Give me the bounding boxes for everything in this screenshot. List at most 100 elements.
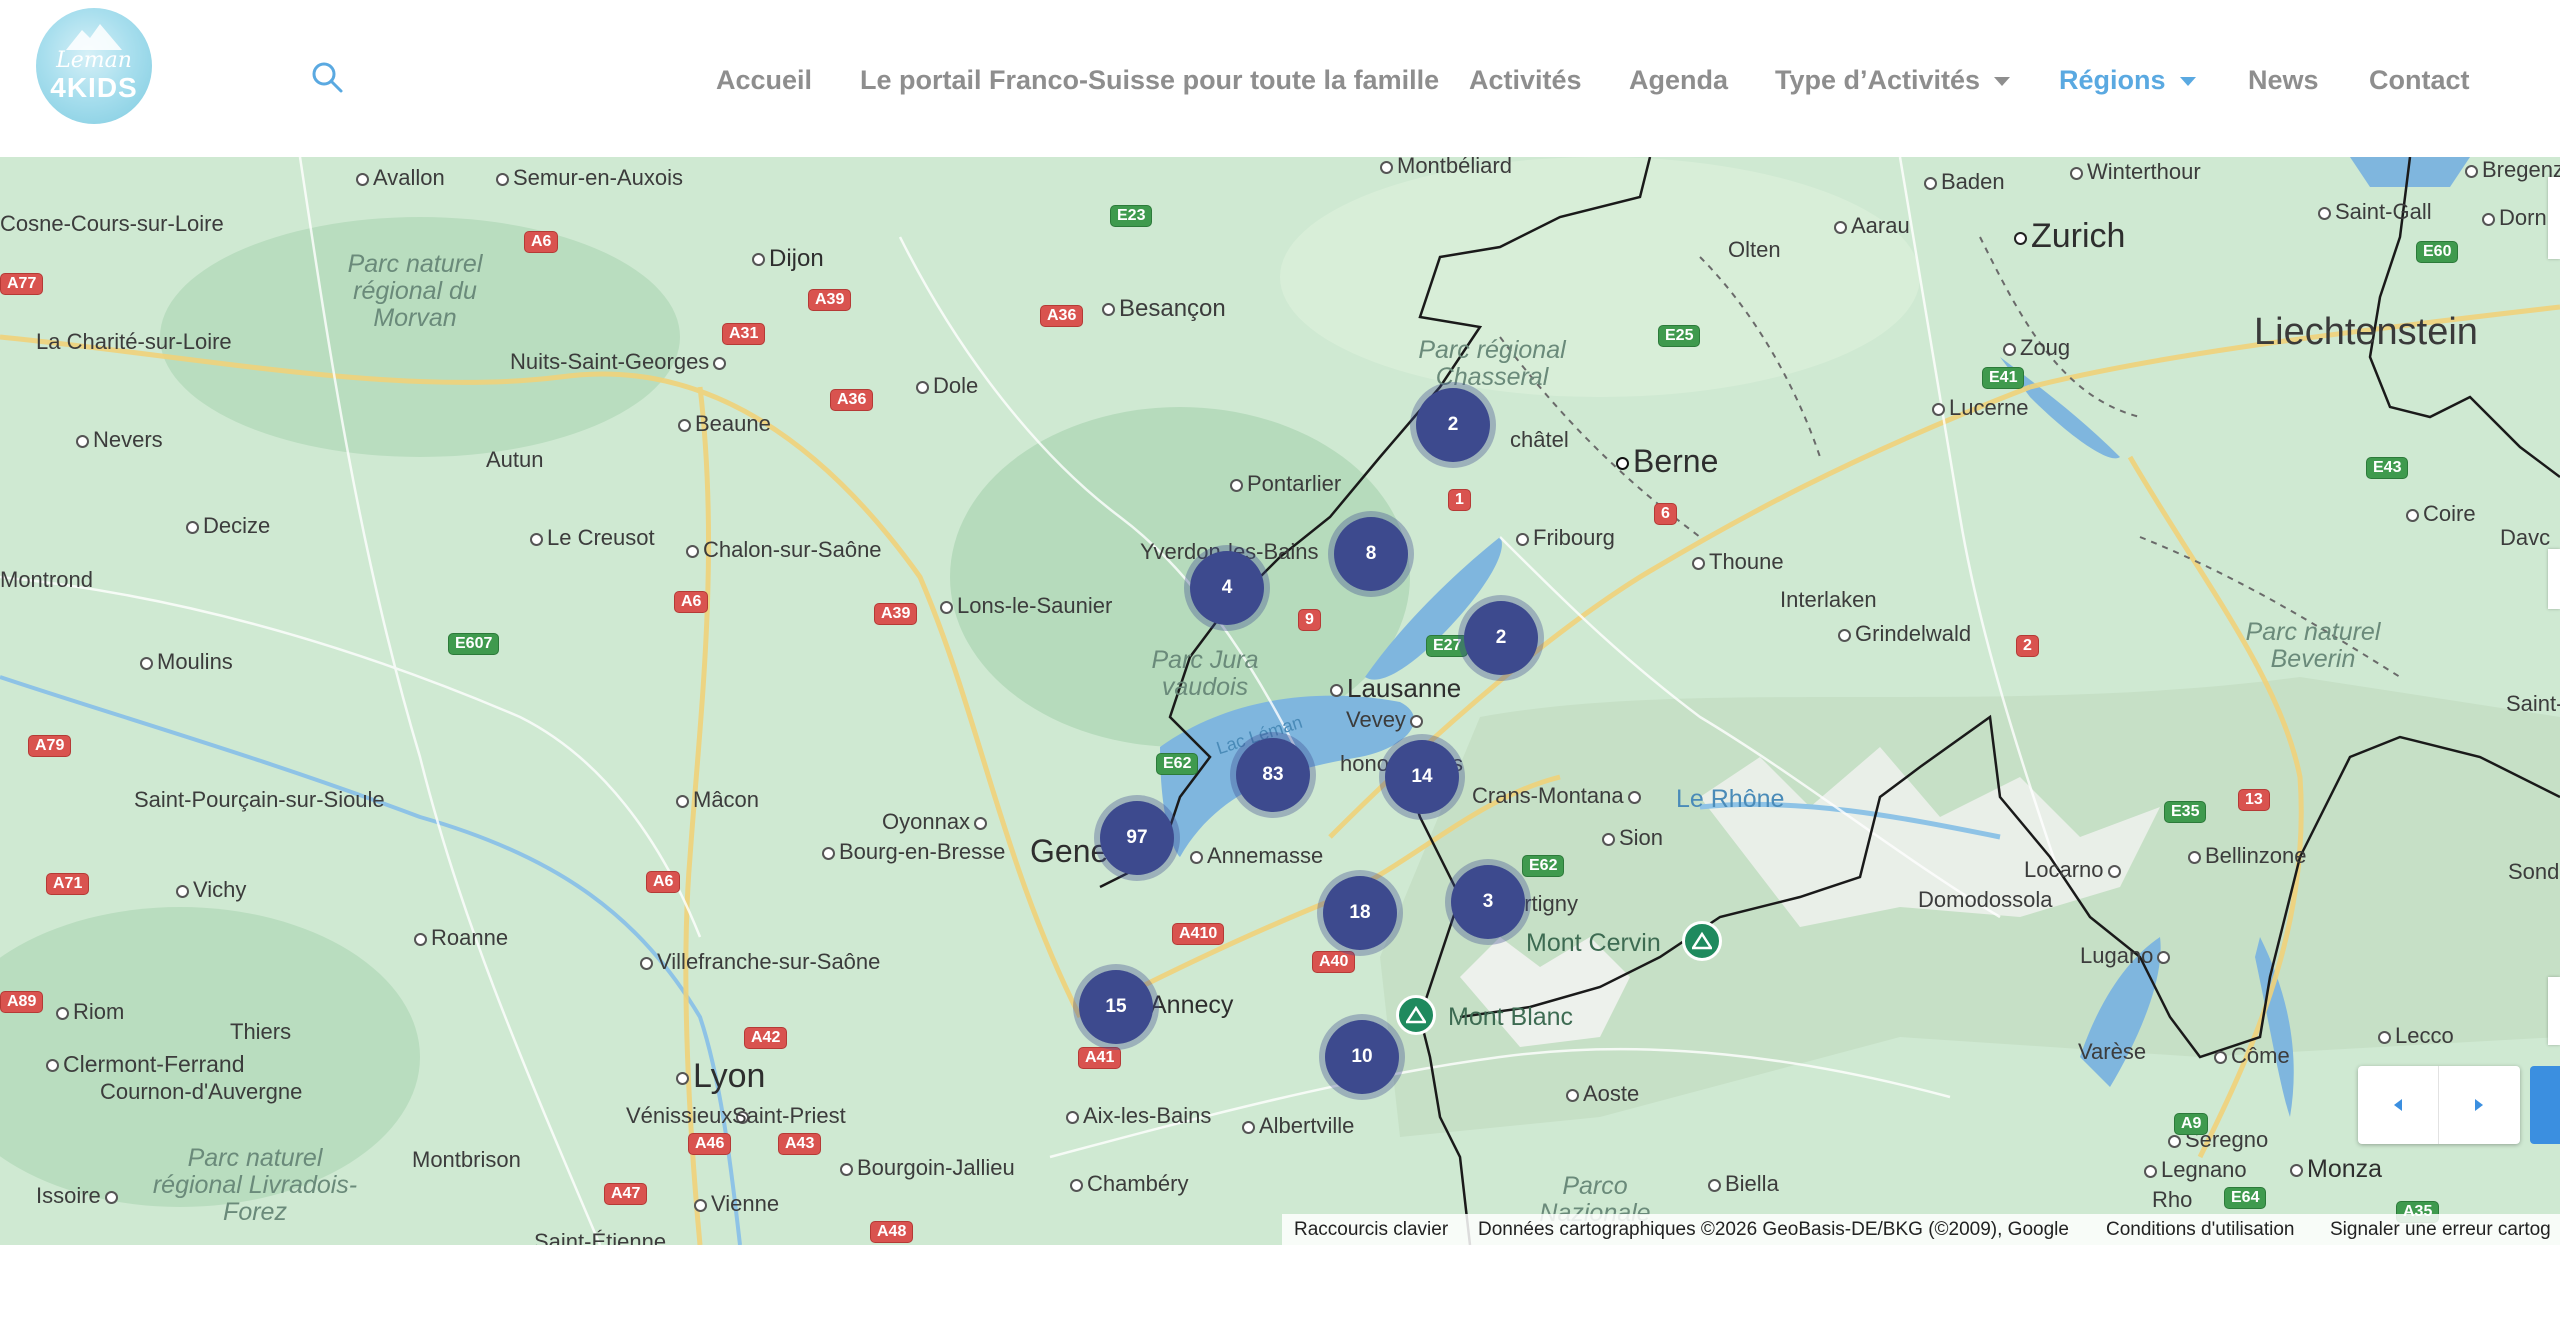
map-cluster-marker[interactable]: 14 — [1385, 740, 1459, 814]
road-shield: A41 — [1078, 1047, 1122, 1069]
place-montbrison: Montbrison — [412, 1147, 521, 1172]
nav-portail[interactable]: Le portail Franco-Suisse pour toute la f… — [860, 58, 1439, 102]
place-saintpriest: Saint-Priest — [732, 1103, 846, 1128]
place-bourgoin: Bourgoin-Jallieu — [840, 1155, 1015, 1181]
map-cluster-marker[interactable]: 97 — [1100, 801, 1174, 875]
place-lucerne: Lucerne — [1932, 395, 2029, 421]
place-lyon: Lyon — [676, 1057, 765, 1096]
euro-route-shield: A9 — [2174, 1113, 2209, 1135]
place-fribourg: Fribourg — [1516, 525, 1615, 551]
road-shield: A6 — [674, 591, 709, 613]
road-shield: A46 — [688, 1133, 732, 1155]
nav-label: Contact — [2369, 65, 2470, 95]
map-control-panel[interactable] — [2548, 977, 2560, 1045]
previous-button[interactable] — [2358, 1066, 2439, 1144]
place-thiers: Thiers — [230, 1019, 292, 1044]
euro-route-shield: E27 — [1426, 635, 1469, 657]
place-cournon: Cournon-d'Auvergne — [100, 1079, 303, 1104]
place-avallon: Avallon — [356, 165, 445, 191]
road-shield: A40 — [1312, 951, 1356, 973]
place-coire: Coire — [2406, 501, 2476, 527]
next-button[interactable] — [2439, 1066, 2519, 1144]
map-cluster-marker[interactable]: 2 — [1464, 601, 1538, 675]
site-header: Leman 4KIDS Accueil Le portail Franco-Su… — [0, 0, 2560, 157]
place-nevers: Nevers — [76, 427, 163, 453]
place-cransmontana: Crans-Montana — [1472, 783, 1645, 809]
place-montrond: Montrond — [0, 567, 93, 592]
place-sion: Sion — [1602, 825, 1663, 851]
nav-contact[interactable]: Contact — [2369, 58, 2470, 102]
nav-news[interactable]: News — [2248, 58, 2319, 102]
search-button[interactable] — [310, 60, 344, 94]
nav-activites[interactable]: Activités — [1469, 58, 1582, 102]
road-shield: A410 — [1172, 923, 1225, 945]
keyboard-shortcuts-link[interactable]: Raccourcis clavier — [1294, 1219, 1448, 1241]
road-shield: A6 — [646, 871, 681, 893]
map-cluster-marker[interactable]: 2 — [1416, 388, 1490, 462]
mountain-peak-icon — [1396, 995, 1436, 1035]
road-shield: A42 — [744, 1027, 788, 1049]
place-grindelwald: Grindelwald — [1838, 621, 1971, 647]
road-shield: A48 — [870, 1221, 914, 1243]
place-liechtenstein: Liechtenstein — [2254, 311, 2478, 353]
report-error-link[interactable]: Signaler une erreur cartog — [2330, 1219, 2551, 1241]
activities-map[interactable]: Avallon Semur-en-Auxois Montbéliard Bade… — [0, 157, 2560, 1245]
road-shield: 9 — [1298, 609, 1321, 631]
place-lecco: Lecco — [2378, 1023, 2454, 1049]
place-neuchatel: châtel — [1510, 427, 1569, 452]
site-logo[interactable]: Leman 4KIDS — [36, 8, 152, 124]
place-semur: Semur-en-Auxois — [496, 165, 683, 191]
place-chambery: Chambéry — [1070, 1171, 1188, 1197]
place-vevey: Vevey — [1346, 707, 1427, 733]
map-cluster-marker[interactable]: 3 — [1451, 865, 1525, 939]
nav-accueil[interactable]: Accueil — [716, 58, 812, 102]
place-biella: Biella — [1708, 1171, 1779, 1197]
chevron-down-icon — [2179, 77, 2196, 87]
nav-label: Régions — [2059, 65, 2166, 95]
place-come: Côme — [2214, 1043, 2290, 1069]
map-cluster-marker[interactable]: 4 — [1190, 551, 1264, 625]
road-shield: A31 — [722, 323, 766, 345]
place-saintpourcain: Saint-Pourçain-sur-Sioule — [134, 787, 385, 812]
place-riom: Riom — [56, 999, 124, 1025]
map-cluster-marker[interactable]: 18 — [1323, 876, 1397, 950]
road-shield: 6 — [1654, 503, 1677, 525]
map-cluster-marker[interactable]: 10 — [1325, 1020, 1399, 1094]
map-control-panel[interactable] — [2548, 549, 2560, 609]
place-baden: Baden — [1924, 169, 2005, 195]
map-cluster-marker[interactable]: 8 — [1334, 517, 1408, 591]
euro-route-shield: E60 — [2416, 241, 2459, 263]
place-bellinzone: Bellinzone — [2188, 843, 2307, 869]
place-bregenz: Bregenz — [2465, 157, 2560, 183]
road-shield: A36 — [830, 389, 874, 411]
map-cluster-marker[interactable]: 83 — [1236, 738, 1310, 812]
place-chalon: Chalon-sur-Saône — [686, 537, 882, 563]
place-vichy: Vichy — [176, 877, 246, 903]
euro-route-shield: E23 — [1110, 205, 1153, 227]
place-clermont: Clermont-Ferrand — [46, 1051, 245, 1078]
place-issoire: Issoire — [36, 1183, 122, 1209]
place-lausanne: Lausanne — [1330, 673, 1461, 704]
logo-text-4kids: 4KIDS — [50, 72, 138, 103]
place-lons: Lons-le-Saunier — [940, 593, 1112, 619]
place-dole: Dole — [916, 373, 978, 399]
nav-agenda[interactable]: Agenda — [1629, 58, 1728, 102]
place-besancon: Besançon — [1102, 295, 1226, 323]
search-icon — [312, 62, 343, 93]
place-nuits: Nuits-Saint-Georges — [510, 349, 730, 375]
map-cluster-marker[interactable]: 15 — [1079, 970, 1153, 1044]
road-shield: A36 — [1040, 305, 1084, 327]
terms-of-use-link[interactable]: Conditions d'utilisation — [2106, 1219, 2294, 1241]
map-side-button[interactable] — [2530, 1066, 2560, 1144]
euro-route-shield: E607 — [448, 633, 500, 655]
place-legnano: Legnano — [2144, 1157, 2247, 1183]
place-montblanc: Mont Blanc — [1448, 1003, 1574, 1031]
nav-type-activites[interactable]: Type d’Activités — [1775, 58, 2011, 102]
euro-route-shield: E25 — [1658, 325, 1701, 347]
map-control-panel[interactable] — [2548, 177, 2560, 259]
euro-route-shield: E62 — [1522, 855, 1565, 877]
place-montcervin: Mont Cervin — [1526, 929, 1661, 957]
place-berne: Berne — [1616, 443, 1718, 480]
place-lugano: Lugano — [2080, 943, 2174, 969]
nav-regions[interactable]: Régions — [2059, 58, 2196, 102]
